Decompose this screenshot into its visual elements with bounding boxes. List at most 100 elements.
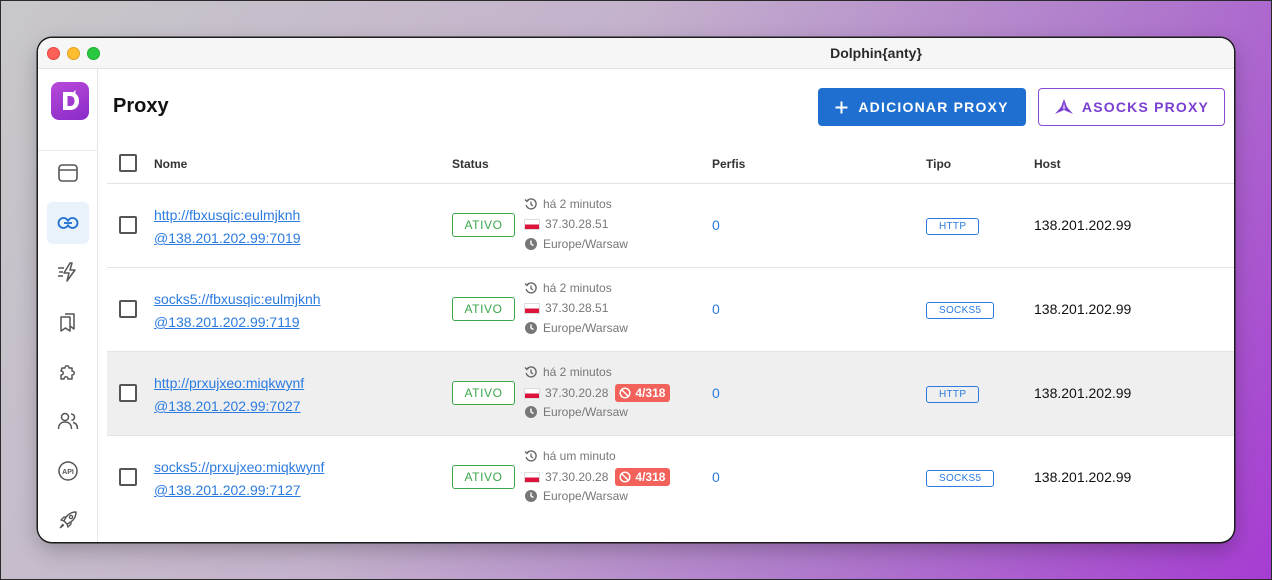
profiles-count[interactable]: 0 [712,385,720,401]
sidebar-item-users[interactable] [47,400,89,442]
blocked-icon [619,387,631,399]
profiles-count[interactable]: 0 [712,301,720,317]
title-bar: Dolphin{anty} [38,38,1234,69]
history-icon [524,282,537,294]
poland-flag-icon [524,302,540,314]
profiles-count[interactable]: 0 [712,469,720,485]
clock-icon [525,490,537,502]
link-icon [57,217,79,229]
blacklist-count: 4/318 [635,470,666,484]
proxy-type-badge: HTTP [926,218,980,235]
row-checkbox[interactable] [119,468,137,486]
last-check: há 2 minutos [524,197,612,211]
proxy-timezone: Europe/Warsaw [524,489,628,503]
profiles-count[interactable]: 0 [712,217,720,233]
column-header-name[interactable]: Nome [154,157,187,171]
column-header-profiles[interactable]: Perfis [712,157,745,171]
proxy-name-link[interactable]: socks5://fbxusqic:eulmjknh @138.201.202.… [154,288,414,334]
proxy-timezone-text: Europe/Warsaw [543,321,628,335]
table-header: Nome Status Perfis Tipo Host [107,144,1234,184]
sidebar-divider [38,150,97,151]
automation-icon [58,262,76,282]
plus-icon [835,101,848,113]
proxy-name-line2: @138.201.202.99:7027 [154,398,301,414]
proxy-ip: 37.30.28.51 [524,301,608,315]
column-header-status[interactable]: Status [452,157,489,171]
asocks-proxy-button[interactable]: ASOCKS PROXY [1038,88,1225,126]
last-check: há 2 minutos [524,365,612,379]
proxy-ip: 37.30.20.28 4/318 [524,384,671,402]
table-row[interactable]: http://prxujxeo:miqkwynf @138.201.202.99… [107,352,1234,436]
proxy-host: 138.201.202.99 [1034,301,1132,317]
proxy-timezone-text: Europe/Warsaw [543,405,628,419]
proxy-name-link[interactable]: http://fbxusqic:eulmjknh @138.201.202.99… [154,204,414,250]
proxy-timezone-text: Europe/Warsaw [543,489,628,503]
asocks-proxy-label: ASOCKS PROXY [1081,99,1210,115]
dolphin-logo-icon [63,90,79,110]
proxy-name-line2: @138.201.202.99:7019 [154,230,301,246]
last-check-text: há 2 minutos [543,197,612,211]
row-checkbox[interactable] [119,384,137,402]
asocks-logo-icon [1054,99,1073,114]
proxy-name-line2: @138.201.202.99:7127 [154,482,301,498]
proxy-timezone: Europe/Warsaw [524,405,628,419]
sidebar-item-bookmarks[interactable] [47,301,89,343]
proxy-timezone: Europe/Warsaw [524,321,628,335]
row-checkbox[interactable] [119,216,137,234]
window-title: Dolphin{anty} [830,45,922,61]
browser-window-icon [58,164,78,182]
proxy-ip: 37.30.28.51 [524,217,608,231]
blacklist-badge: 4/318 [615,468,671,486]
clock-icon [525,238,537,250]
poland-flag-icon [524,218,540,230]
proxy-ip-text: 37.30.20.28 [545,386,609,400]
proxy-table: Nome Status Perfis Tipo Host http://fbxu… [107,144,1234,520]
column-header-type[interactable]: Tipo [926,157,951,171]
row-checkbox[interactable] [119,300,137,318]
clock-icon [525,406,537,418]
sidebar-item-automation[interactable] [47,251,89,293]
sidebar-item-browser-profiles[interactable] [47,152,89,194]
proxy-name-line1: http://fbxusqic:eulmjknh [154,207,301,223]
table-row[interactable]: socks5://prxujxeo:miqkwynf @138.201.202.… [107,436,1234,520]
blocked-icon [619,471,631,483]
proxy-name-line2: @138.201.202.99:7119 [154,314,300,330]
sidebar-item-proxy[interactable] [47,202,89,244]
proxy-timezone: Europe/Warsaw [524,237,628,251]
proxy-name-link[interactable]: http://prxujxeo:miqkwynf @138.201.202.99… [154,372,414,418]
sidebar-item-launch[interactable] [47,499,89,541]
proxy-type-badge: SOCKS5 [926,470,995,487]
history-icon [524,366,537,378]
history-icon [524,450,537,462]
clock-icon [525,322,537,334]
proxy-name-line1: socks5://prxujxeo:miqkwynf [154,459,325,475]
dolphin-logo[interactable] [51,82,89,120]
sidebar-item-api[interactable]: API [47,450,89,492]
proxy-name-line1: http://prxujxeo:miqkwynf [154,375,305,391]
table-row[interactable]: socks5://fbxusqic:eulmjknh @138.201.202.… [107,268,1234,352]
proxy-ip-text: 37.30.28.51 [545,217,609,231]
bookmarks-icon [60,313,75,332]
puzzle-extension-icon [60,365,75,380]
add-proxy-button[interactable]: ADICIONAR PROXY [818,88,1026,126]
status-badge: ATIVO [452,381,515,405]
api-icon-label: API [62,469,74,476]
sidebar-item-extensions[interactable] [47,351,89,393]
proxy-host: 138.201.202.99 [1034,469,1132,485]
blacklist-badge: 4/318 [615,384,671,402]
proxy-ip-text: 37.30.28.51 [545,301,609,315]
users-icon [57,412,79,430]
select-all-checkbox[interactable] [119,154,137,172]
add-proxy-label: ADICIONAR PROXY [858,99,1009,115]
poland-flag-icon [524,471,540,483]
proxy-host: 138.201.202.99 [1034,217,1132,233]
last-check: há um minuto [524,449,616,463]
proxy-name-link[interactable]: socks5://prxujxeo:miqkwynf @138.201.202.… [154,456,414,502]
proxy-name-line1: socks5://fbxusqic:eulmjknh [154,291,321,307]
sidebar: API [38,69,98,542]
proxy-type-badge: HTTP [926,386,980,403]
column-header-host[interactable]: Host [1034,157,1061,171]
table-row[interactable]: http://fbxusqic:eulmjknh @138.201.202.99… [107,184,1234,268]
api-icon: API [58,461,78,481]
main-content: Proxy ADICIONAR PROXY ASOCKS PROXY Nome … [98,69,1234,542]
